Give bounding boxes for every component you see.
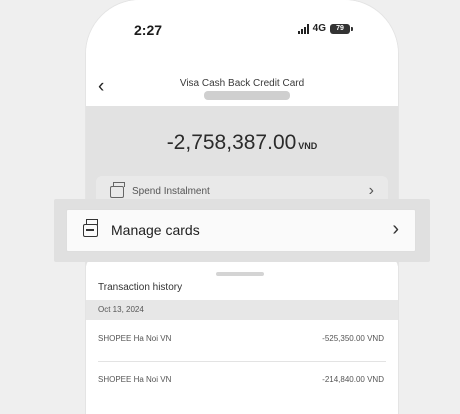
chevron-right-icon: › — [368, 182, 374, 199]
transaction-history-title: Transaction history — [98, 282, 183, 293]
merchant-name: SHOPEE Ha Noi VN — [98, 334, 172, 343]
network-type: 4G — [312, 23, 326, 34]
transaction-row[interactable]: SHOPEE Ha Noi VN -525,350.00 VND — [86, 320, 398, 360]
manage-cards-button[interactable]: Manage cards › — [66, 209, 416, 252]
sheet-handle[interactable] — [216, 272, 264, 276]
merchant-name: SHOPEE Ha Noi VN — [98, 375, 172, 384]
masked-card-number — [204, 91, 290, 100]
signal-icon — [297, 23, 309, 34]
balance-amount: -2,758,387.00 — [166, 131, 297, 154]
card-stack-icon — [110, 182, 125, 198]
battery-level: 79 — [336, 25, 344, 32]
chevron-right-icon: › — [392, 218, 399, 240]
card-stack-icon — [83, 219, 98, 237]
status-time: 2:27 — [134, 22, 163, 38]
balance-currency: VND — [298, 141, 318, 151]
manage-cards-label: Manage cards — [111, 222, 200, 238]
status-bar: 2:27 4G 79 — [86, 0, 398, 78]
page-title: Visa Cash Back Credit Card — [179, 78, 305, 89]
battery-icon: 79 — [330, 23, 353, 34]
date-group-header: Oct 13, 2024 — [86, 300, 398, 320]
transaction-amount: -525,350.00 VND — [322, 334, 384, 343]
transaction-row[interactable]: SHOPEE Ha Noi VN -214,840.00 VND — [86, 361, 398, 401]
spend-instalment-label: Spend Instalment — [132, 186, 210, 197]
status-indicators: 4G 79 — [297, 23, 353, 34]
date-label: Oct 13, 2024 — [98, 305, 144, 314]
transaction-amount: -214,840.00 VND — [322, 375, 384, 384]
balance-display: -2,758,387.00 VND — [86, 131, 398, 155]
